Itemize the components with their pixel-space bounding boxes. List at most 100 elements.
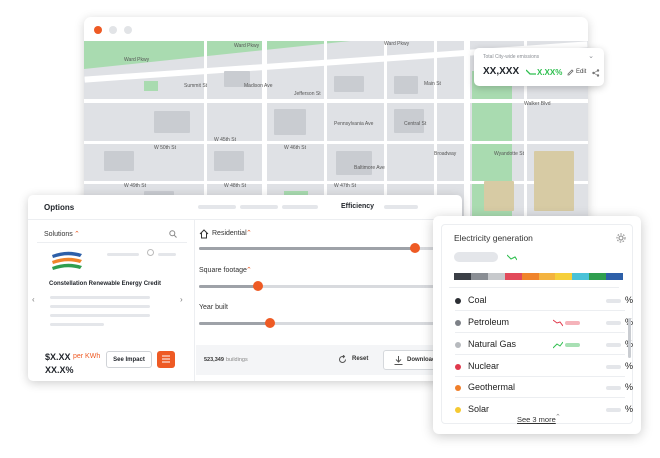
tab-placeholder[interactable] bbox=[282, 205, 318, 209]
trend-down-icon bbox=[553, 319, 563, 327]
mix-segment bbox=[589, 273, 607, 280]
source-row-nuclear[interactable]: Nuclear % bbox=[455, 360, 633, 374]
street-label: Main St bbox=[424, 81, 441, 87]
value-bar bbox=[606, 321, 621, 325]
year-built-slider-fill bbox=[199, 322, 271, 325]
percent-value: XX.X% bbox=[45, 365, 74, 375]
trend-up-icon bbox=[553, 341, 563, 349]
city-emissions-popup: Total City-wide emissions ⌄ XX,XXX X.XX%… bbox=[474, 48, 604, 86]
street-label: W 49th St bbox=[124, 183, 146, 189]
placeholder-line bbox=[50, 314, 150, 317]
window-minimize-dot[interactable] bbox=[109, 26, 117, 34]
natural-gas-dot bbox=[455, 342, 461, 348]
building bbox=[104, 151, 134, 171]
source-pct: % bbox=[624, 382, 633, 392]
see-impact-button[interactable]: See Impact bbox=[106, 351, 152, 368]
solutions-card: Solutions ⌃ Constellation Renewable Ener… bbox=[37, 225, 187, 375]
reset-button[interactable]: Reset bbox=[352, 356, 368, 362]
mix-segment bbox=[454, 273, 471, 280]
source-pct: % bbox=[624, 361, 633, 371]
source-row-geothermal[interactable]: Geothermal % bbox=[455, 381, 633, 395]
street-label: Ward Pkwy bbox=[124, 57, 150, 63]
window-close-dot[interactable] bbox=[94, 26, 102, 34]
solutions-label[interactable]: Solutions bbox=[44, 231, 73, 238]
street-label: Ward Pkwy bbox=[234, 43, 260, 49]
home-icon bbox=[199, 229, 209, 239]
source-label: Coal bbox=[468, 295, 487, 305]
header-divider bbox=[28, 219, 462, 220]
edit-button[interactable]: Edit bbox=[576, 69, 586, 75]
street-label: Jefferson St bbox=[294, 91, 321, 97]
road bbox=[464, 41, 470, 229]
divider bbox=[455, 354, 625, 355]
source-row-coal[interactable]: Coal % bbox=[455, 294, 633, 308]
mix-segment bbox=[504, 273, 522, 280]
square-footage-slider-thumb[interactable] bbox=[253, 281, 264, 291]
divider bbox=[455, 332, 625, 333]
coal-dot bbox=[455, 298, 461, 304]
chevron-up-icon[interactable]: ⌃ bbox=[74, 230, 80, 238]
menu-button[interactable] bbox=[157, 351, 175, 368]
value-bar bbox=[606, 408, 621, 412]
pencil-icon[interactable] bbox=[567, 69, 574, 76]
tab-placeholder[interactable] bbox=[384, 205, 418, 209]
chevron-up-icon[interactable]: ⌃ bbox=[246, 229, 252, 237]
divider bbox=[455, 310, 625, 311]
popup-value: XX,XXX bbox=[483, 66, 520, 77]
chevron-down-icon[interactable]: ⌄ bbox=[588, 52, 594, 60]
placeholder-line bbox=[50, 296, 150, 299]
divider bbox=[455, 397, 625, 398]
constellation-logo bbox=[52, 251, 82, 270]
tab-placeholder[interactable] bbox=[240, 205, 278, 209]
share-icon[interactable] bbox=[592, 69, 600, 77]
divider bbox=[449, 287, 619, 288]
residential-label[interactable]: Residential bbox=[212, 230, 247, 237]
popup-title: Total City-wide emissions bbox=[483, 54, 540, 60]
building bbox=[394, 76, 418, 94]
street-label: Wyandotte St bbox=[494, 151, 524, 157]
square-footage-label: Square footage bbox=[199, 267, 247, 274]
scrollbar[interactable] bbox=[628, 318, 631, 358]
chevron-up-icon[interactable]: ⌃ bbox=[246, 266, 252, 274]
mix-segment bbox=[470, 273, 488, 280]
chevron-left-icon[interactable]: ‹ bbox=[32, 295, 35, 304]
mix-segment bbox=[606, 273, 624, 280]
square-footage-slider-fill bbox=[199, 285, 259, 288]
year-built-label: Year built bbox=[199, 304, 228, 311]
gear-icon[interactable] bbox=[616, 233, 626, 243]
price-value: $X.XX bbox=[45, 352, 71, 362]
see-more-link[interactable]: See 3 more bbox=[517, 415, 556, 424]
source-row-natural-gas[interactable]: Natural Gas % bbox=[455, 338, 633, 352]
trend-down-icon bbox=[507, 254, 517, 261]
year-built-slider-thumb[interactable] bbox=[265, 318, 276, 328]
hamburger-icon bbox=[162, 355, 170, 363]
info-icon[interactable] bbox=[147, 249, 154, 256]
street-label: Summit St bbox=[184, 83, 208, 89]
source-row-petroleum[interactable]: Petroleum % bbox=[455, 316, 633, 330]
mix-segment bbox=[572, 273, 590, 280]
value-bar bbox=[606, 386, 621, 390]
source-pct: % bbox=[624, 404, 633, 414]
street-label: Ward Pkwy bbox=[384, 41, 410, 47]
chevron-up-icon[interactable]: ⌃ bbox=[555, 413, 561, 421]
search-icon[interactable] bbox=[169, 230, 177, 238]
window-maximize-dot[interactable] bbox=[124, 26, 132, 34]
source-pct: % bbox=[624, 295, 633, 305]
building bbox=[484, 181, 514, 211]
residential-slider-fill bbox=[199, 247, 416, 250]
divider bbox=[455, 376, 625, 377]
buildings-label: buildings bbox=[226, 357, 248, 363]
residential-slider-thumb[interactable] bbox=[410, 243, 421, 253]
price-unit: per KWh bbox=[73, 353, 101, 360]
building bbox=[274, 109, 306, 135]
value-bar bbox=[606, 299, 621, 303]
street-label: W 47th St bbox=[334, 183, 356, 189]
tab-efficiency[interactable]: Efficiency bbox=[341, 203, 374, 210]
chevron-right-icon[interactable]: › bbox=[180, 295, 183, 304]
tab-placeholder[interactable] bbox=[198, 205, 236, 209]
petroleum-dot bbox=[455, 320, 461, 326]
street-label: Walker Blvd bbox=[524, 101, 551, 107]
building bbox=[336, 151, 372, 175]
street-label: W 48th St bbox=[224, 183, 246, 189]
reset-icon[interactable] bbox=[338, 355, 347, 364]
